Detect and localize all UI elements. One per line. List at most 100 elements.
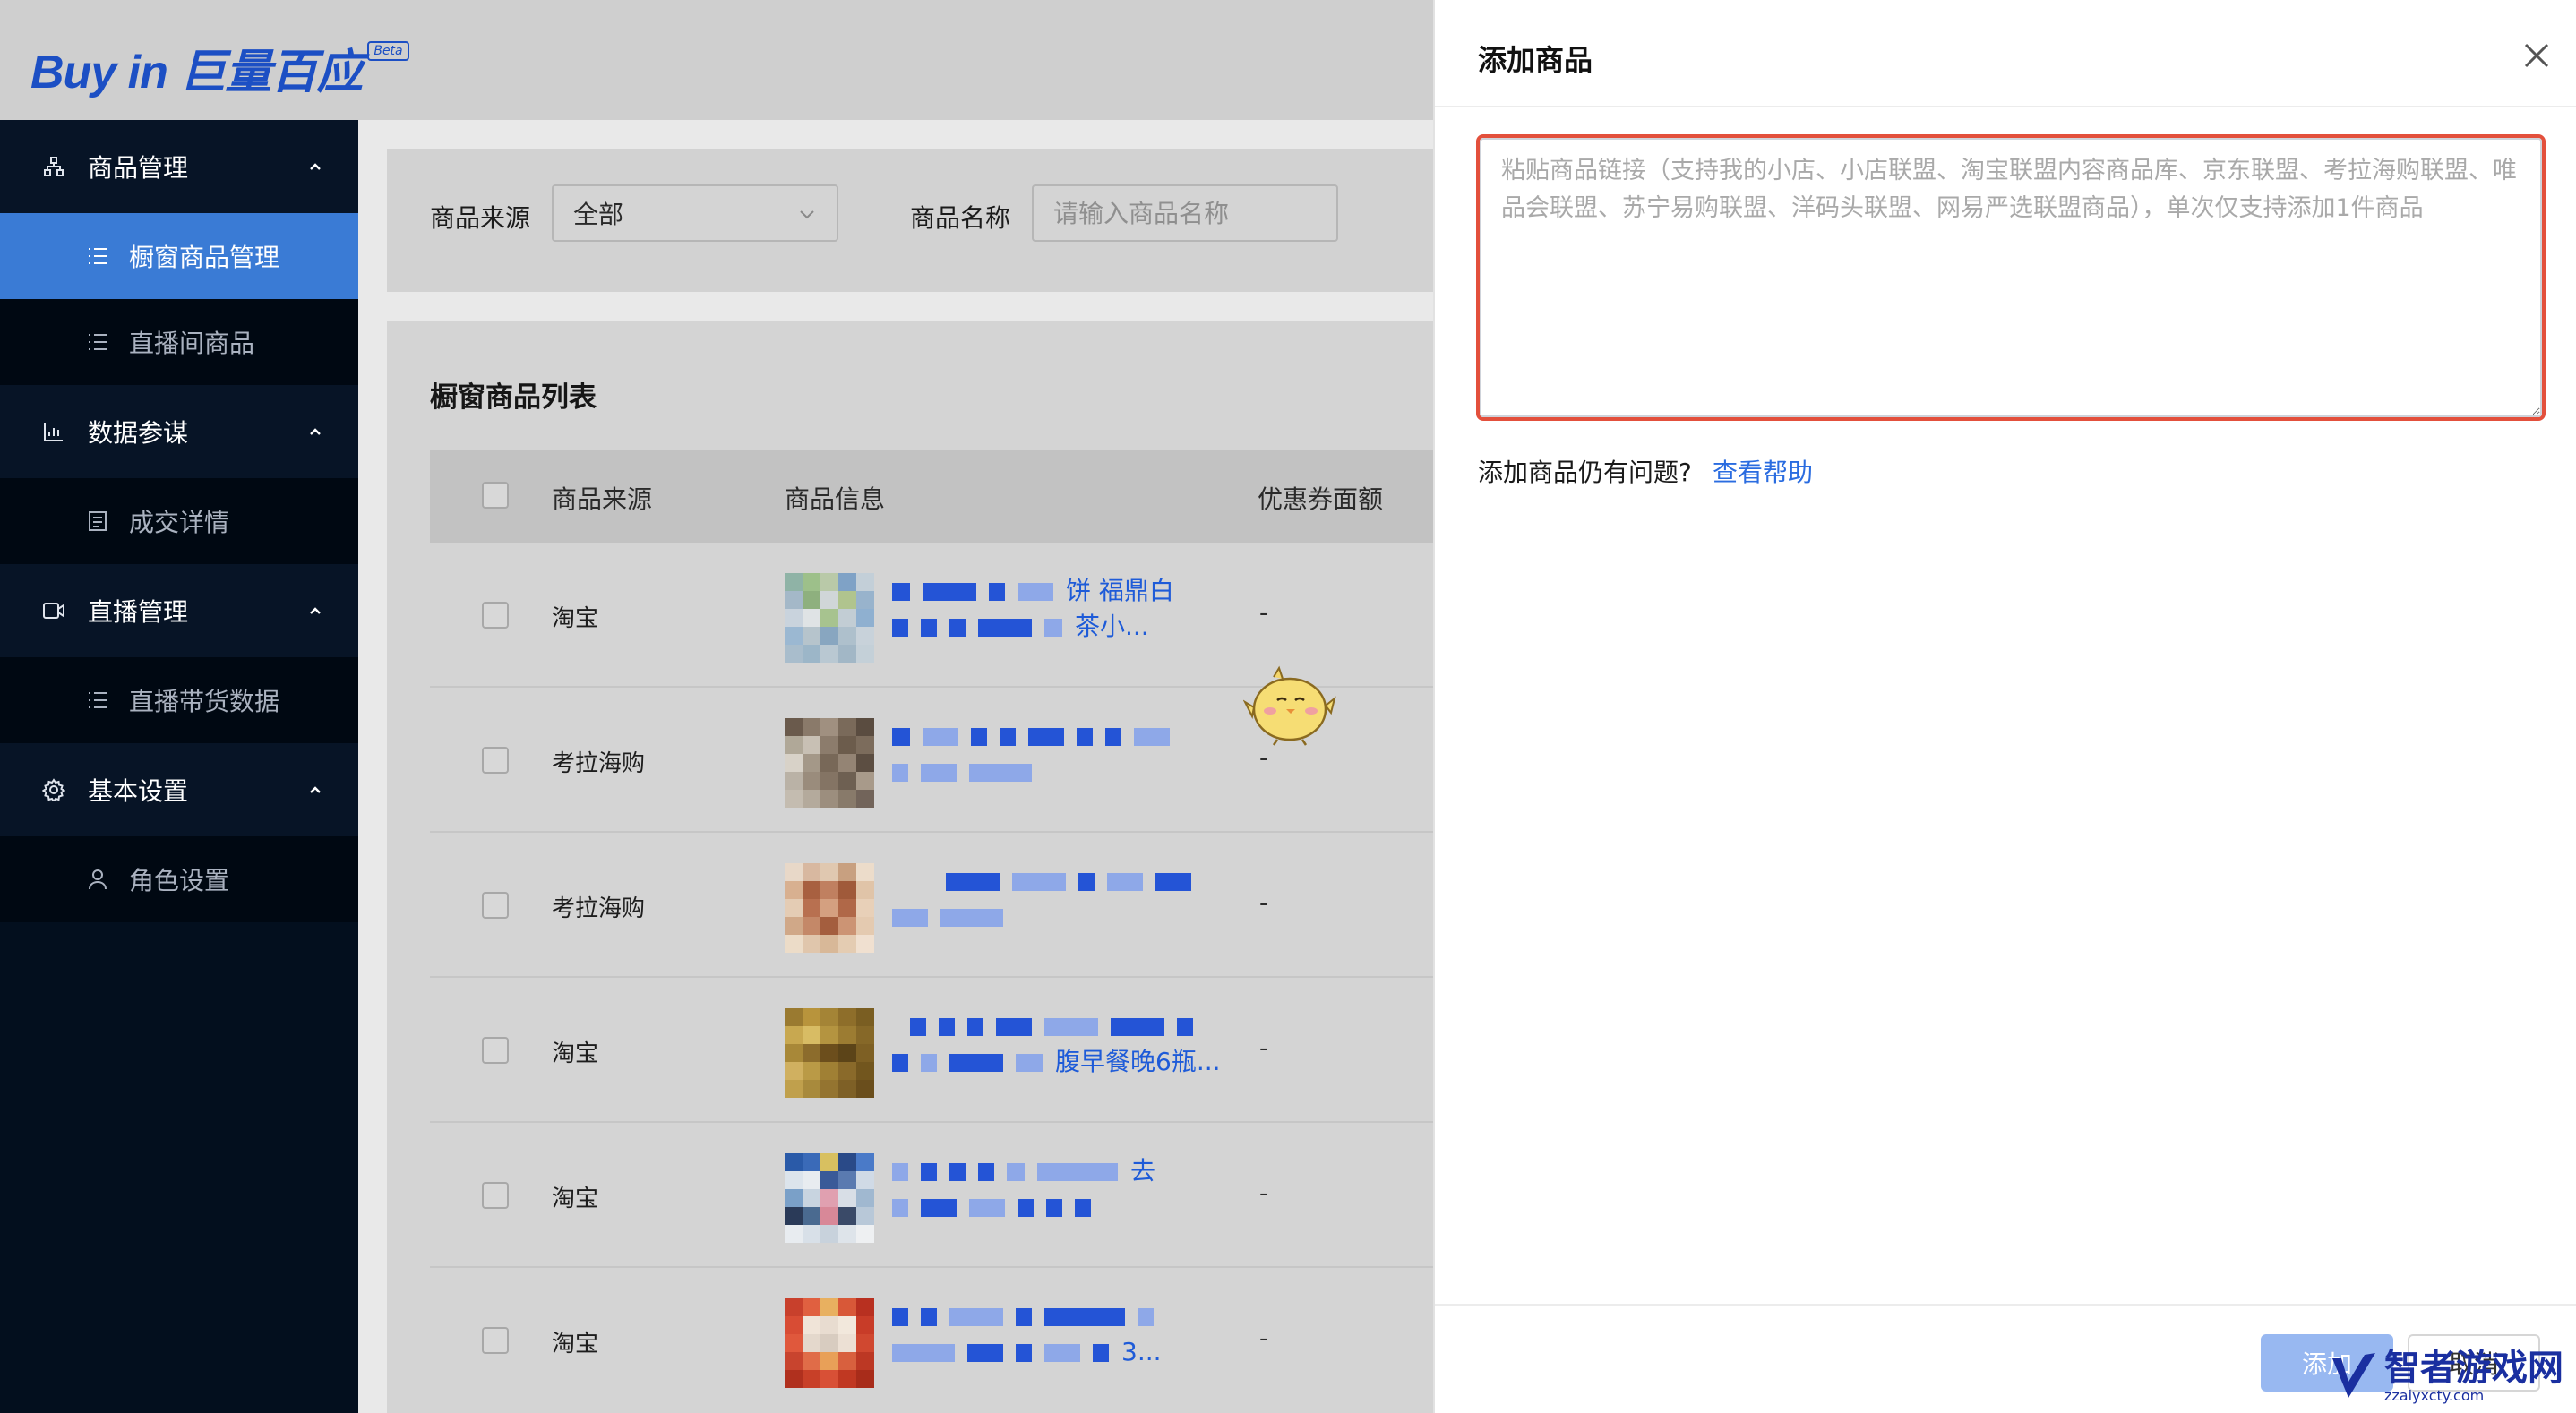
link-input-highlight bbox=[1476, 134, 2546, 421]
table-row: 淘宝 3... - bbox=[430, 1268, 1433, 1413]
sidebar-item-label: 直播间商品 bbox=[129, 329, 255, 358]
site-watermark: 智者游戏网 zzaiyxcty.com bbox=[2329, 1343, 2571, 1409]
sidebar-group-settings[interactable]: 基本设置 bbox=[0, 743, 358, 836]
logo-text: Buy in 巨量百应 bbox=[30, 47, 363, 98]
product-title-link[interactable] bbox=[892, 718, 1250, 790]
source-select[interactable]: 全部 bbox=[552, 184, 838, 242]
watermark-url: zzaiyxcty.com bbox=[2384, 1387, 2485, 1404]
table-row: 淘宝 去 - bbox=[430, 1123, 1433, 1268]
product-thumbnail[interactable] bbox=[785, 718, 874, 808]
row-source: 淘宝 bbox=[552, 1040, 599, 1067]
row-checkbox[interactable] bbox=[482, 1037, 509, 1064]
list-icon bbox=[86, 330, 109, 354]
help-link[interactable]: 查看帮助 bbox=[1713, 453, 1813, 489]
sidebar-item-live-sales-data[interactable]: 直播带货数据 bbox=[0, 657, 358, 743]
row-source: 淘宝 bbox=[552, 1186, 599, 1212]
name-filter-label: 商品名称 bbox=[910, 203, 1011, 233]
divider bbox=[1435, 1304, 2576, 1306]
sidebar-item-label: 橱窗商品管理 bbox=[129, 243, 280, 272]
sidebar-item-role-settings[interactable]: 角色设置 bbox=[0, 836, 358, 922]
chevron-up-icon bbox=[310, 786, 321, 793]
list-title: 橱窗商品列表 bbox=[430, 381, 597, 414]
product-link-textarea[interactable] bbox=[1480, 138, 2542, 417]
product-thumbnail[interactable] bbox=[785, 1298, 874, 1388]
sidebar-group-data[interactable]: 数据参谋 bbox=[0, 385, 358, 478]
column-header-coupon: 优惠券面额 bbox=[1258, 484, 1384, 514]
sidebar-group-live[interactable]: 直播管理 bbox=[0, 564, 358, 657]
video-icon bbox=[41, 598, 66, 623]
sidebar-group-label: 直播管理 bbox=[88, 597, 189, 627]
row-coupon: - bbox=[1259, 1035, 1268, 1062]
column-header-info: 商品信息 bbox=[785, 484, 886, 514]
source-filter-label: 商品来源 bbox=[430, 203, 531, 233]
product-title-link[interactable]: 饼 福鼎白 茶小... bbox=[892, 573, 1250, 645]
row-source: 考拉海购 bbox=[552, 895, 646, 922]
row-source: 考拉海购 bbox=[552, 750, 646, 777]
user-icon bbox=[86, 868, 109, 891]
sidebar-item-live-products[interactable]: 直播间商品 bbox=[0, 299, 358, 385]
org-icon bbox=[41, 154, 66, 179]
brand-logo[interactable]: Buy in 巨量百应 Beta bbox=[30, 34, 409, 101]
list-icon bbox=[86, 689, 109, 712]
row-source: 淘宝 bbox=[552, 1331, 599, 1357]
row-checkbox[interactable] bbox=[482, 747, 509, 774]
product-title-link[interactable] bbox=[892, 863, 1250, 935]
product-title-link[interactable]: 去 bbox=[892, 1153, 1250, 1225]
product-title-link[interactable]: 腹早餐晚6瓶... bbox=[892, 1008, 1250, 1080]
product-title-text: 腹早餐晚6瓶... bbox=[1055, 1047, 1221, 1076]
divider bbox=[1435, 106, 2576, 107]
row-checkbox[interactable] bbox=[482, 602, 509, 629]
chevron-up-icon bbox=[310, 163, 321, 170]
document-icon bbox=[86, 510, 109, 533]
row-checkbox[interactable] bbox=[482, 1182, 509, 1209]
source-select-value: 全部 bbox=[573, 200, 624, 229]
chick-mascot-icon[interactable] bbox=[1243, 664, 1336, 747]
row-checkbox[interactable] bbox=[482, 892, 509, 919]
bar-chart-icon bbox=[41, 419, 66, 444]
row-coupon: - bbox=[1259, 890, 1268, 917]
product-thumbnail[interactable] bbox=[785, 1153, 874, 1243]
row-checkbox[interactable] bbox=[482, 1327, 509, 1354]
row-source: 淘宝 bbox=[552, 605, 599, 632]
select-all-checkbox[interactable] bbox=[482, 482, 509, 509]
sidebar-group-label: 基本设置 bbox=[88, 776, 189, 806]
sidebar-item-window-products[interactable]: 橱窗商品管理 bbox=[0, 213, 358, 299]
drawer-title: 添加商品 bbox=[1478, 43, 1593, 77]
close-icon[interactable] bbox=[2520, 39, 2553, 72]
product-title-link[interactable]: 3... bbox=[892, 1298, 1250, 1370]
product-name-input[interactable] bbox=[1032, 184, 1338, 242]
product-thumbnail[interactable] bbox=[785, 863, 874, 953]
chevron-up-icon bbox=[310, 607, 321, 614]
watermark-logo-icon bbox=[2332, 1353, 2375, 1398]
table-row: 淘宝 腹早餐晚6瓶... - bbox=[430, 978, 1433, 1123]
chevron-up-icon bbox=[310, 428, 321, 435]
add-product-drawer: 添加商品 添加商品仍有问题? 查看帮助 添加 取消 bbox=[1433, 0, 2576, 1413]
product-title-text: 茶小... bbox=[1075, 612, 1149, 641]
row-coupon: - bbox=[1259, 600, 1268, 627]
sidebar-item-label: 角色设置 bbox=[129, 866, 230, 895]
table-row: 考拉海购 - bbox=[430, 833, 1433, 978]
column-header-source: 商品来源 bbox=[552, 484, 653, 514]
beta-badge: Beta bbox=[367, 41, 409, 61]
row-coupon: - bbox=[1259, 745, 1268, 772]
watermark-title: 智者游戏网 bbox=[2384, 1348, 2563, 1389]
product-title-text: 饼 福鼎白 bbox=[1066, 576, 1174, 605]
gear-icon bbox=[41, 777, 66, 802]
sidebar-group-label: 商品管理 bbox=[88, 153, 189, 183]
sidebar: 商品管理 橱窗商品管理 直播间商品 数据参谋 成交详情 直播管理 直播带货数据 … bbox=[0, 120, 358, 1413]
product-title-text: 去 bbox=[1130, 1156, 1156, 1186]
product-title-text: 3... bbox=[1121, 1337, 1162, 1366]
sidebar-item-label: 直播带货数据 bbox=[129, 687, 280, 716]
help-question: 添加商品仍有问题? bbox=[1478, 458, 1692, 487]
product-thumbnail[interactable] bbox=[785, 573, 874, 663]
chevron-down-icon bbox=[800, 210, 814, 219]
sidebar-group-label: 数据参谋 bbox=[88, 418, 189, 448]
sidebar-item-deal-details[interactable]: 成交详情 bbox=[0, 478, 358, 564]
row-coupon: - bbox=[1259, 1325, 1268, 1352]
sidebar-item-label: 成交详情 bbox=[129, 508, 230, 537]
product-thumbnail[interactable] bbox=[785, 1008, 874, 1098]
top-header: Buy in 巨量百应 Beta bbox=[0, 0, 1433, 120]
row-coupon: - bbox=[1259, 1180, 1268, 1207]
sidebar-group-products[interactable]: 商品管理 bbox=[0, 120, 358, 213]
list-icon bbox=[86, 244, 109, 268]
